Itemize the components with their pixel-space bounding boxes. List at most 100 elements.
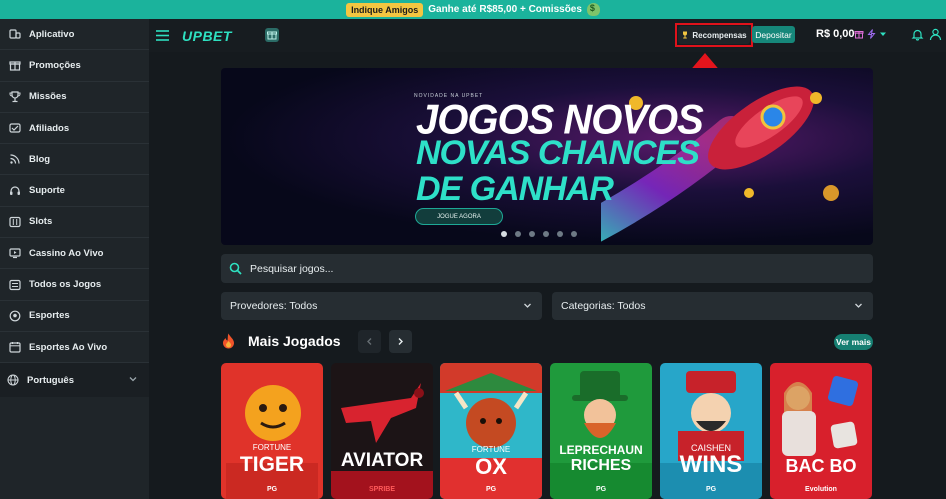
search-input[interactable] bbox=[250, 262, 850, 275]
sidebar-item-label: Suporte bbox=[29, 185, 65, 197]
carousel-dots bbox=[501, 231, 577, 237]
game-card-fortune-tiger[interactable]: FORTUNE TIGER PG bbox=[221, 363, 323, 499]
carousel-dot[interactable] bbox=[557, 231, 563, 237]
gift-icon bbox=[267, 31, 277, 40]
lightning-icon[interactable] bbox=[867, 29, 876, 39]
rss-icon bbox=[10, 154, 20, 165]
sidebar-item-cassino-ao-vivo[interactable]: Cassino Ao Vivo bbox=[0, 238, 149, 270]
game-title-line1: FORTUNE bbox=[471, 445, 511, 454]
carousel-next-button[interactable] bbox=[389, 330, 412, 353]
game-provider: SPRIBE bbox=[368, 486, 396, 493]
carousel-prev-button[interactable] bbox=[358, 330, 381, 353]
carousel-dot[interactable] bbox=[529, 231, 535, 237]
fire-icon bbox=[223, 333, 234, 349]
sidebar-item-esportes-ao-vivo[interactable]: Esportes Ao Vivo bbox=[0, 332, 149, 364]
trophy-icon bbox=[9, 91, 21, 102]
carousel-dot[interactable] bbox=[571, 231, 577, 237]
sidebar-item-label: Todos os Jogos bbox=[29, 279, 102, 291]
user-icon[interactable] bbox=[929, 28, 942, 41]
rewards-button[interactable]: Recompensas bbox=[678, 26, 750, 44]
sidebar-item-slots[interactable]: Slots bbox=[0, 207, 149, 239]
referral-promo-bar[interactable]: Indique Amigos Ganhe até R$85,00 + Comis… bbox=[0, 0, 946, 19]
search-icon bbox=[229, 262, 242, 275]
sidebar-item-label: Esportes Ao Vivo bbox=[29, 341, 108, 353]
section-title: Mais Jogados bbox=[248, 333, 341, 349]
headset-icon bbox=[10, 186, 20, 195]
phone-icon bbox=[9, 29, 21, 39]
chevron-down-icon bbox=[524, 303, 531, 308]
trophy-icon bbox=[683, 31, 688, 39]
carousel-dot[interactable] bbox=[501, 231, 507, 237]
referral-badge[interactable]: Indique Amigos bbox=[346, 2, 424, 17]
sidebar-item-label: Esportes bbox=[29, 310, 70, 322]
game-search-bar[interactable] bbox=[221, 254, 873, 283]
sidebar: Aplicativo Promoções Missões Afiliados B… bbox=[0, 19, 149, 499]
hamburger-menu-icon[interactable] bbox=[155, 28, 170, 43]
game-title-line1: FORTUNE bbox=[252, 443, 292, 452]
chevron-down-icon bbox=[129, 377, 137, 382]
sidebar-item-label: Aplicativo bbox=[29, 28, 75, 40]
ball-icon bbox=[9, 310, 21, 322]
live-tv-icon bbox=[9, 248, 21, 259]
categories-label: Categorias: Todos bbox=[561, 300, 646, 312]
game-card-leprechaun-riches[interactable]: LEPRECHAUN RICHES PG bbox=[550, 363, 652, 499]
providers-dropdown[interactable]: Provedores: Todos bbox=[221, 292, 542, 320]
list-icon bbox=[9, 279, 21, 290]
game-title-line1: LEPRECHAUN bbox=[559, 443, 643, 457]
sidebar-item-label: Afiliados bbox=[29, 122, 70, 134]
sidebar-item-suporte[interactable]: Suporte bbox=[0, 175, 149, 207]
slot-machine-icon bbox=[9, 216, 21, 228]
caret-down-icon[interactable] bbox=[879, 30, 887, 38]
providers-label: Provedores: Todos bbox=[230, 300, 318, 312]
language-label: Português bbox=[27, 374, 74, 386]
game-provider: PG bbox=[705, 486, 717, 493]
gift-button[interactable] bbox=[265, 28, 279, 42]
sidebar-item-label: Promoções bbox=[29, 59, 81, 71]
tiger-artwork bbox=[221, 363, 323, 499]
banner-headline-2: NOVAS CHANCES bbox=[416, 134, 700, 172]
wallet-balance[interactable]: R$ 0,00 bbox=[816, 28, 855, 40]
game-card-caishen-wins[interactable]: CAISHEN WINS PG bbox=[660, 363, 762, 499]
see-more-button[interactable]: Ver mais bbox=[834, 334, 873, 350]
referral-text: Ganhe até R$85,00 + Comissões bbox=[428, 4, 582, 15]
sidebar-item-esportes[interactable]: Esportes bbox=[0, 301, 149, 332]
sidebar-item-missoes[interactable]: Missões bbox=[0, 82, 149, 113]
sidebar-item-todos-os-jogos[interactable]: Todos os Jogos bbox=[0, 269, 149, 301]
hero-banner[interactable]: NOVIDADE NA UPBET JOGOS NOVOS NOVAS CHAN… bbox=[221, 68, 873, 245]
sidebar-item-label: Cassino Ao Vivo bbox=[29, 247, 104, 259]
language-selector[interactable]: Português bbox=[0, 363, 149, 398]
sidebar-item-label: Missões bbox=[29, 91, 67, 103]
sidebar-item-aplicativo[interactable]: Aplicativo bbox=[0, 19, 149, 51]
globe-icon bbox=[7, 374, 19, 386]
game-provider: Evolution bbox=[805, 486, 837, 493]
carousel-dot[interactable] bbox=[543, 231, 549, 237]
bell-icon[interactable] bbox=[911, 28, 924, 41]
game-provider: PG bbox=[485, 486, 497, 493]
play-now-button[interactable]: JOGUE AGORA bbox=[415, 208, 503, 225]
wallet-icons bbox=[854, 29, 887, 39]
gift-icon[interactable] bbox=[854, 29, 864, 39]
game-provider: PG bbox=[595, 486, 607, 493]
leprechaun-artwork bbox=[550, 363, 652, 499]
bac-bo-artwork bbox=[770, 363, 872, 499]
calendar-icon bbox=[9, 342, 21, 353]
deposit-button[interactable]: Depositar bbox=[752, 26, 795, 43]
game-card-fortune-ox[interactable]: FORTUNE OX PG bbox=[440, 363, 542, 499]
gift-icon bbox=[9, 61, 21, 72]
categories-dropdown[interactable]: Categorias: Todos bbox=[552, 292, 873, 320]
game-card-bac-bo[interactable]: BAC BO Evolution bbox=[770, 363, 872, 499]
sidebar-item-promocoes[interactable]: Promoções bbox=[0, 50, 149, 82]
sidebar-item-label: Slots bbox=[29, 216, 53, 228]
sidebar-item-afiliados[interactable]: Afiliados bbox=[0, 113, 149, 145]
carousel-dot[interactable] bbox=[515, 231, 521, 237]
chevron-down-icon bbox=[855, 303, 862, 308]
game-title-line2: RICHES bbox=[570, 457, 632, 474]
handshake-icon bbox=[9, 123, 21, 133]
upbet-logo[interactable]: UPBET bbox=[182, 28, 232, 44]
sidebar-item-blog[interactable]: Blog bbox=[0, 144, 149, 176]
aviator-artwork bbox=[331, 363, 433, 499]
game-card-aviator[interactable]: AVIATOR SPRIBE bbox=[331, 363, 433, 499]
rewards-label: Recompensas bbox=[692, 30, 747, 40]
chevron-left-icon bbox=[367, 338, 372, 345]
game-title: AVIATOR bbox=[340, 450, 424, 471]
